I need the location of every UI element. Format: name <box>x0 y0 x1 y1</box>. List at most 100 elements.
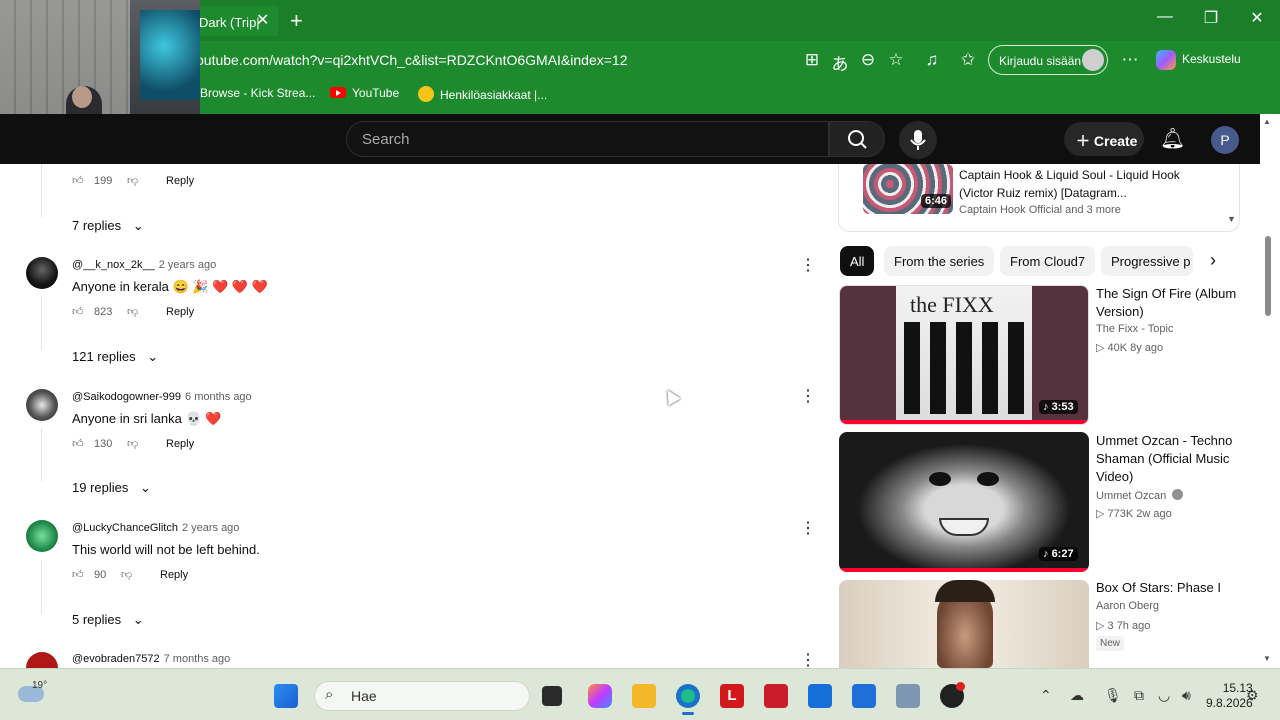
like-icon[interactable]: 👍︎ <box>72 568 88 581</box>
avatar[interactable] <box>26 520 58 552</box>
playlist-item-channel[interactable]: Captain Hook Official and 3 more <box>959 204 1121 216</box>
comment-menu-icon[interactable]: ⋮ <box>800 255 816 275</box>
reply-button[interactable]: Reply <box>166 306 194 318</box>
channel-name[interactable]: Ummet Ozcan <box>1096 489 1184 502</box>
replies-toggle[interactable]: 19 replies ⌄ <box>72 480 151 496</box>
outlook-icon[interactable] <box>808 684 832 708</box>
favorites-icon[interactable]: ✩ <box>958 50 978 70</box>
voice-search-button[interactable] <box>899 121 937 159</box>
favorite-star-icon[interactable]: ☆ <box>886 50 906 70</box>
l-app-icon[interactable]: L <box>720 684 744 708</box>
volume-icon[interactable]: 🔊︎ <box>1182 687 1191 704</box>
login-button[interactable]: Kirjaudu sisään <box>988 45 1108 75</box>
copilot-taskbar-icon[interactable] <box>588 684 612 708</box>
copilot-button[interactable]: Keskustelu <box>1156 50 1241 70</box>
comment-menu-icon[interactable]: ⋮ <box>800 650 812 668</box>
bookmark-youtube[interactable]: YouTube <box>330 86 399 100</box>
mcafee-icon[interactable] <box>764 684 788 708</box>
search-input[interactable]: Search <box>346 121 829 157</box>
like-icon[interactable]: 👍︎ <box>72 305 88 318</box>
scrollbar[interactable] <box>1260 114 1280 668</box>
chevron-down-icon: ⌄ <box>132 218 144 233</box>
dislike-icon[interactable]: 👎︎ <box>127 174 143 187</box>
replies-toggle[interactable]: 7 replies ⌄ <box>72 218 144 234</box>
like-icon[interactable]: 👍︎ <box>72 437 88 450</box>
notifications-bell-icon[interactable]: 🔔︎ <box>1160 126 1185 151</box>
comment-author[interactable]: @__k_nox_2k__ 2 years ago <box>72 259 216 271</box>
restore-icon[interactable]: ❐ <box>1196 8 1226 28</box>
like-icon[interactable]: 👍︎ <box>72 174 88 187</box>
media-icon[interactable]: ♫ <box>922 50 942 70</box>
taskbar-search-label: Hae <box>351 688 377 704</box>
task-view-icon[interactable] <box>542 686 562 706</box>
start-icon[interactable] <box>274 684 298 708</box>
show-hidden-icons-icon[interactable]: ⌃ <box>1040 687 1052 704</box>
search-icon: ⌕ <box>325 686 334 703</box>
like-count: 823 <box>94 306 113 318</box>
dislike-icon[interactable]: 👎︎ <box>127 305 143 318</box>
chip-from-cloud7[interactable]: From Cloud7 <box>1000 246 1096 276</box>
verified-icon <box>1172 489 1184 500</box>
video-title[interactable]: Box Of Stars: Phase I <box>1096 579 1240 597</box>
avatar[interactable] <box>26 389 58 421</box>
video-meta: ▷ 40K 8y ago <box>1096 342 1164 354</box>
dislike-icon[interactable]: 👎︎ <box>127 437 143 450</box>
app-icon[interactable] <box>896 684 920 708</box>
playlist-panel: 6:46 Captain Hook & Liquid Soul - Liquid… <box>838 164 1240 232</box>
reply-button[interactable]: Reply <box>166 175 194 187</box>
video-title[interactable]: The Sign Of Fire (Album Version) <box>1096 285 1240 321</box>
new-badge: New <box>1096 636 1125 651</box>
scroll-down-icon[interactable]: ▼ <box>1227 214 1236 224</box>
replies-label: 7 replies <box>72 218 122 233</box>
display-icon[interactable]: ⧉ <box>1134 687 1144 704</box>
reply-button[interactable]: Reply <box>160 569 188 581</box>
zoom-icon[interactable]: ⊖ <box>858 50 878 70</box>
weather-widget[interactable]: 19° <box>18 680 47 702</box>
dislike-icon[interactable]: 👎︎ <box>121 568 137 581</box>
more-menu-icon[interactable]: ⋯ <box>1120 50 1140 70</box>
chip-from-the-series[interactable]: From the series <box>884 246 995 276</box>
edge-icon[interactable] <box>676 684 700 708</box>
replies-toggle[interactable]: 121 replies ⌄ <box>72 349 158 365</box>
comment-author[interactable]: @LuckyChanceGlitch 2 years ago <box>72 522 239 534</box>
app-icon[interactable]: ⊞ <box>802 50 822 70</box>
translate-icon[interactable]: あ <box>830 50 850 75</box>
bookmark-henkiloasiakkaat[interactable]: Henkilöasiakkaat |... <box>418 86 547 102</box>
channel-name[interactable]: Aaron Oberg <box>1096 600 1159 612</box>
notification-center-icon[interactable]: ⚙ <box>1246 687 1259 704</box>
comment-author[interactable]: @evobraden7572 7 months ago <box>72 653 230 665</box>
playlist-item-title[interactable]: Captain Hook & Liquid Soul - Liquid Hook… <box>959 166 1199 202</box>
bookmark-kick[interactable]: Browse - Kick Strea... <box>200 86 315 100</box>
taskbar-search[interactable]: ⌕ Hae <box>314 681 530 711</box>
chip-progressive[interactable]: Progressive p <box>1101 246 1193 276</box>
create-button[interactable]: ＋ Create <box>1064 122 1144 156</box>
reply-button[interactable]: Reply <box>166 438 194 450</box>
scrollbar-thumb[interactable] <box>1265 236 1271 316</box>
plus-icon: ＋ <box>1076 133 1090 149</box>
active-app-indicator <box>682 712 694 715</box>
file-explorer-icon[interactable] <box>632 684 656 708</box>
video-title[interactable]: Ummet Ozcan - Techno Shaman (Official Mu… <box>1096 432 1240 486</box>
minimize-icon[interactable]: — <box>1150 8 1180 26</box>
microphone-icon[interactable]: 🎙︎ <box>1104 687 1122 704</box>
replies-toggle[interactable]: 5 replies ⌄ <box>72 612 144 628</box>
tab-close-icon[interactable]: ✕ <box>256 10 269 30</box>
wifi-icon[interactable]: ◡ <box>1158 687 1170 704</box>
comment-menu-icon[interactable]: ⋮ <box>800 518 816 538</box>
new-tab-icon[interactable]: + <box>290 8 303 34</box>
like-count: 130 <box>94 438 113 450</box>
network-app-icon[interactable]: ☁ <box>1070 687 1084 704</box>
chevron-right-icon[interactable]: › <box>1210 250 1216 271</box>
profile-avatar[interactable]: P <box>1211 126 1239 154</box>
search-button[interactable] <box>829 121 885 157</box>
video-thumbnail[interactable] <box>839 580 1089 668</box>
scroll-down-icon[interactable]: ▼ <box>1263 654 1271 663</box>
store-icon[interactable] <box>852 684 876 708</box>
chip-all[interactable]: All <box>840 246 875 276</box>
scroll-up-icon[interactable]: ▲ <box>1263 117 1271 126</box>
close-window-icon[interactable]: ✕ <box>1242 8 1272 28</box>
comment-author[interactable]: @Saikodogowner-999 6 months ago <box>72 391 252 403</box>
avatar[interactable] <box>26 257 58 289</box>
comment-menu-icon[interactable]: ⋮ <box>800 386 816 406</box>
channel-name[interactable]: The Fixx - Topic <box>1096 323 1173 335</box>
